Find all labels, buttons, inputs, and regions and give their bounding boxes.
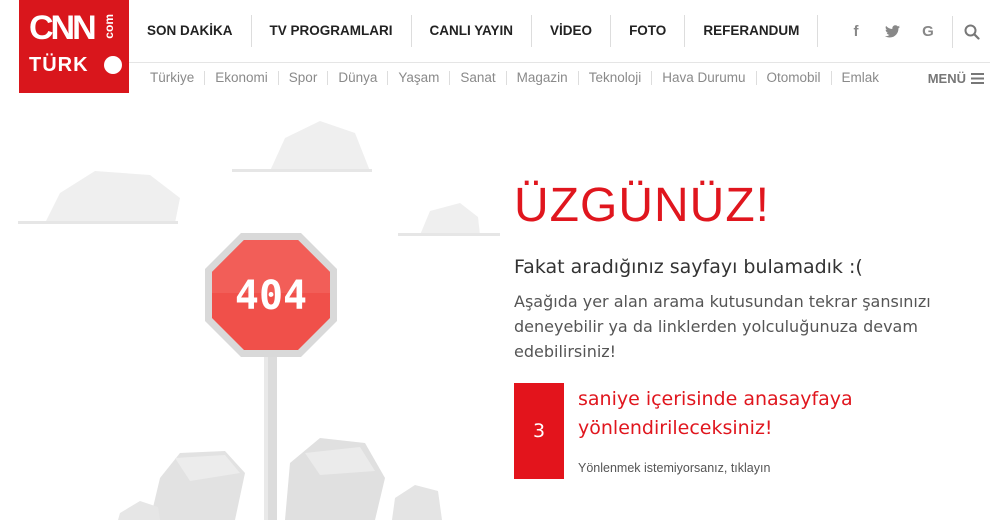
nav-son-dakika[interactable]: SON DAKİKA bbox=[129, 15, 252, 47]
cnn-turk-logo[interactable]: CNN com TÜRK bbox=[19, 0, 129, 93]
redirect-message: saniye içerisinde anasayfaya yönlendiril… bbox=[578, 388, 853, 439]
menu-button[interactable]: MENÜ bbox=[928, 63, 984, 93]
subnav-teknoloji[interactable]: Teknoloji bbox=[579, 71, 653, 85]
search-icon bbox=[964, 24, 980, 40]
facebook-icon[interactable]: f bbox=[838, 16, 874, 48]
cancel-redirect-link[interactable]: Yönlenmek istemiyorsanız, tıklayın bbox=[578, 461, 770, 475]
subnav-turkiye[interactable]: Türkiye bbox=[140, 71, 206, 85]
hamburger-icon bbox=[971, 72, 984, 84]
subnav-dunya[interactable]: Dünya bbox=[328, 71, 389, 85]
category-navigation: Türkiye Ekonomi Spor Dünya Yaşam Sanat M… bbox=[140, 63, 889, 93]
sign-404-text: 404 bbox=[235, 273, 307, 319]
social-links: f G bbox=[838, 0, 990, 63]
error-title: ÜZGÜNÜZ! bbox=[514, 179, 770, 232]
error-subtitle: Fakat aradığınız sayfayı bulamadık :( bbox=[514, 256, 863, 278]
nav-referandum[interactable]: REFERANDUM bbox=[685, 15, 819, 47]
nav-tv-programlari[interactable]: TV PROGRAMLARI bbox=[252, 15, 412, 47]
subnav-otomobil[interactable]: Otomobil bbox=[757, 71, 832, 85]
subnav-hava-durumu[interactable]: Hava Durumu bbox=[652, 71, 757, 85]
logo-turk-text: TÜRK bbox=[29, 54, 89, 76]
subnav-emlak[interactable]: Emlak bbox=[832, 71, 890, 85]
clouds bbox=[20, 121, 480, 235]
stop-sign: 404 bbox=[205, 233, 337, 357]
nav-canli-yayin[interactable]: CANLI YAYIN bbox=[412, 15, 533, 47]
menu-label: MENÜ bbox=[927, 70, 966, 86]
subnav-ekonomi[interactable]: Ekonomi bbox=[205, 71, 279, 85]
nav-video[interactable]: VİDEO bbox=[532, 15, 612, 47]
countdown-badge: 3 bbox=[514, 383, 564, 479]
search-button[interactable] bbox=[952, 15, 990, 48]
subnav-spor[interactable]: Spor bbox=[279, 71, 329, 85]
twitter-icon[interactable] bbox=[874, 16, 910, 48]
google-icon[interactable]: G bbox=[910, 16, 946, 48]
logo-com-text: com bbox=[102, 14, 116, 39]
logo-cnn-text: CNN bbox=[29, 9, 97, 47]
subnav-sanat[interactable]: Sanat bbox=[450, 71, 507, 85]
404-illustration: 404 bbox=[18, 121, 500, 520]
subnav-yasam[interactable]: Yaşam bbox=[388, 71, 451, 85]
twitter-bird-glyph bbox=[884, 25, 900, 38]
subnav-magazin[interactable]: Magazin bbox=[507, 71, 579, 85]
error-description: Aşağıda yer alan arama kutusundan tekrar… bbox=[514, 292, 931, 361]
rocks bbox=[118, 438, 442, 520]
logo-dot bbox=[104, 56, 122, 74]
top-navigation: SON DAKİKA TV PROGRAMLARI CANLI YAYIN Vİ… bbox=[129, 0, 990, 63]
nav-foto[interactable]: FOTO bbox=[611, 15, 686, 47]
